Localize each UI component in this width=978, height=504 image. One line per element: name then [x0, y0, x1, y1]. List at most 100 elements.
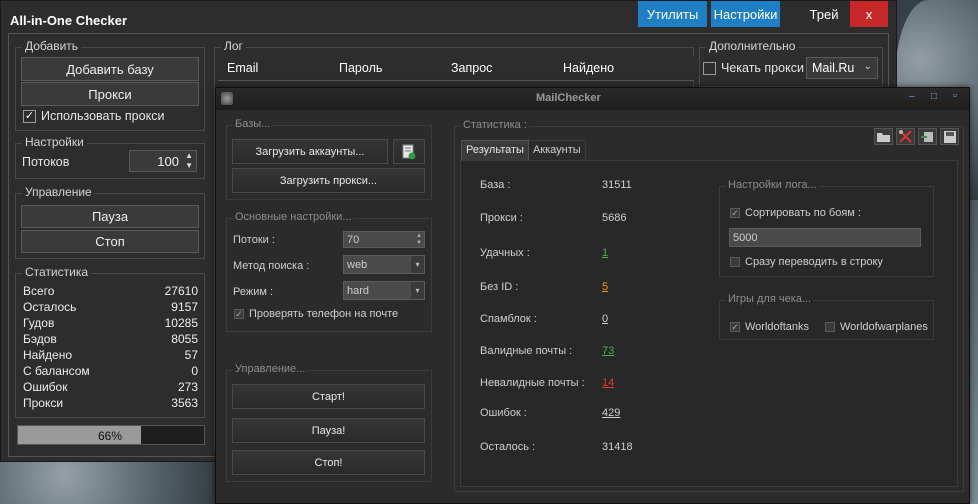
log-column-email[interactable]: Email: [227, 61, 258, 75]
minimize-icon[interactable]: –: [909, 91, 915, 102]
utilities-button[interactable]: Утилиты: [638, 1, 707, 27]
stat-value: 5686: [602, 212, 627, 224]
stat-value: 31511: [602, 179, 632, 191]
save-icon[interactable]: [940, 128, 959, 145]
sort-by-battles-label: Сортировать по боям :: [745, 207, 861, 219]
pause-button[interactable]: Пауза: [21, 205, 199, 228]
close-button[interactable]: x: [850, 1, 888, 27]
stat-label: База :: [480, 179, 511, 191]
stat-row: С балансом 0: [23, 364, 198, 378]
mode-select[interactable]: hard ▾: [343, 281, 425, 300]
stat-label: Невалидные почты :: [480, 377, 585, 389]
stat-row: Найдено 57: [23, 348, 198, 362]
stat-value-link[interactable]: 5: [602, 281, 608, 293]
stat-value-link[interactable]: 429: [602, 407, 620, 419]
stat-row: Бэдов 8055: [23, 332, 198, 346]
worldofwarplanes-label: Worldofwarplanes: [840, 321, 928, 333]
progress-text: 66%: [98, 429, 123, 443]
search-method-select[interactable]: web ▾: [343, 255, 425, 274]
chevron-down-icon: ▾: [411, 256, 424, 273]
games-group: Игры для чека...: [719, 293, 934, 340]
threads-spinner[interactable]: 70 ▲ ▼: [343, 231, 425, 248]
log-column-password[interactable]: Пароль: [339, 61, 382, 75]
check-phone-checkbox[interactable]: ✓: [234, 309, 244, 319]
search-method-label: Метод поиска :: [233, 260, 310, 272]
stat-row: Ошибок 273: [23, 380, 198, 394]
control-legend: Управление...: [233, 363, 308, 375]
stat-label: Осталось :: [480, 441, 536, 453]
check-phone-label: Проверять телефон на почте: [249, 308, 399, 320]
tools-icon[interactable]: [896, 128, 915, 145]
stats-tabs: Результаты Аккаунты: [461, 140, 586, 161]
spinner-arrows-icon[interactable]: ▲ ▼: [185, 151, 193, 171]
tab-results[interactable]: Результаты: [461, 140, 529, 161]
progress-fill: [18, 426, 141, 444]
stat-label: Ошибок :: [480, 407, 527, 419]
chevron-down-icon: ⌄: [863, 61, 872, 72]
stat-value-link[interactable]: 0: [602, 313, 608, 325]
stat-label: Удачных :: [480, 247, 530, 259]
tab-accounts[interactable]: Аккаунты: [528, 140, 586, 161]
maximize-icon[interactable]: □: [931, 91, 937, 102]
stat-label: Прокси :: [480, 212, 523, 224]
folder-icon[interactable]: [874, 128, 893, 145]
log-column-request[interactable]: Запрос: [451, 61, 492, 75]
stat-value-link[interactable]: 73: [602, 345, 614, 357]
proxy-button[interactable]: Прокси: [21, 82, 199, 106]
log-column-found[interactable]: Найдено: [563, 61, 614, 75]
export-icon[interactable]: [918, 128, 937, 145]
settings-button[interactable]: Настройки: [711, 1, 780, 27]
add-base-button[interactable]: Добавить базу: [21, 57, 199, 81]
threads-value: 100: [157, 154, 179, 169]
progress-bar: 66%: [17, 425, 205, 445]
stat-value-link[interactable]: 14: [602, 377, 614, 389]
worldoftanks-checkbox[interactable]: ✓: [730, 322, 740, 332]
threads-spinner[interactable]: 100 ▲ ▼: [129, 150, 197, 172]
mode-label: Режим :: [233, 286, 274, 298]
log-table-header: Email Пароль Запрос Найдено: [218, 57, 694, 81]
start-button[interactable]: Старт!: [232, 384, 425, 409]
settings-legend: Настройки: [22, 135, 87, 149]
control-legend: Управление: [22, 185, 95, 199]
stop-button[interactable]: Стоп!: [232, 450, 425, 475]
check-proxy-label: Чекать прокси: [721, 61, 804, 75]
load-proxy-button[interactable]: Загрузить прокси...: [232, 168, 425, 193]
background-snow: [0, 462, 215, 504]
bases-legend: Базы...: [233, 118, 273, 130]
stat-label: Спамблок :: [480, 313, 537, 325]
stat-row: Прокси 3563: [23, 396, 198, 410]
mc-stats-legend: Статистика :: [461, 119, 529, 131]
mode-value: hard: [347, 284, 370, 297]
check-proxy-checkbox[interactable]: [703, 62, 716, 75]
provider-value: Mail.Ru: [812, 61, 855, 75]
sort-value-input[interactable]: 5000: [729, 228, 921, 247]
worldoftanks-label: Worldoftanks: [745, 321, 809, 333]
worldofwarplanes-checkbox[interactable]: [825, 322, 835, 332]
extra-legend: Дополнительно: [706, 39, 799, 53]
stat-value-link[interactable]: 1: [602, 247, 608, 259]
stats-legend: Статистика: [22, 265, 92, 279]
threads-value: 70: [347, 233, 360, 246]
pause-button[interactable]: Пауза!: [232, 418, 425, 443]
threads-label: Потоки :: [233, 234, 275, 246]
document-add-icon[interactable]: [393, 139, 425, 164]
close-icon[interactable]: ▫: [953, 90, 957, 102]
newline-checkbox[interactable]: [730, 257, 740, 267]
spinner-arrows-icon[interactable]: ▲ ▼: [416, 233, 422, 247]
use-proxy-checkbox[interactable]: ✓: [23, 110, 36, 123]
sort-by-battles-checkbox[interactable]: ✓: [730, 208, 740, 218]
stat-row: Осталось 9157: [23, 300, 198, 314]
stat-value: 31418: [602, 441, 633, 453]
provider-select[interactable]: Mail.Ru ⌄: [806, 57, 878, 79]
mailchecker-window: MailChecker – □ ▫ Базы... Загрузить акка…: [215, 87, 970, 504]
log-settings-legend: Настройки лога...: [726, 179, 819, 191]
stop-button[interactable]: Стоп: [21, 230, 199, 253]
search-method-value: web: [347, 258, 368, 271]
threads-label: Потоков: [22, 155, 70, 169]
app-icon: [221, 92, 233, 105]
tray-button[interactable]: Трей: [803, 1, 845, 27]
mailchecker-titlebar: MailChecker – □ ▫: [216, 88, 969, 110]
chevron-down-icon: ▾: [411, 282, 424, 299]
load-accounts-button[interactable]: Загрузить аккаунты...: [232, 139, 388, 164]
log-legend: Лог: [221, 39, 246, 53]
